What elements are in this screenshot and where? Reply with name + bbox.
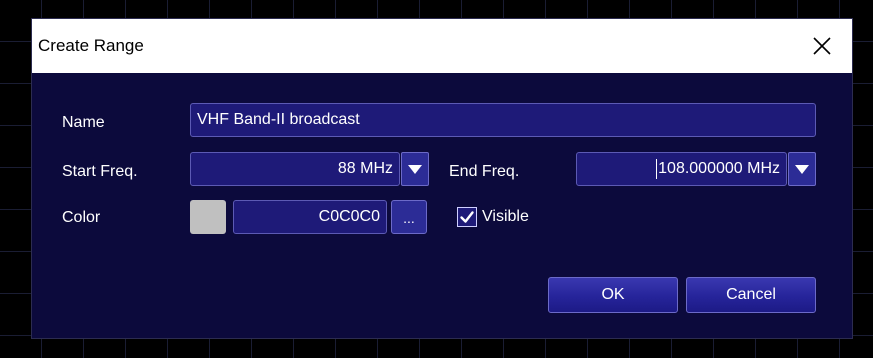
chevron-down-icon: [408, 164, 422, 174]
end-freq-label: End Freq.: [449, 163, 520, 180]
color-hex-input[interactable]: C0C0C0: [233, 200, 387, 234]
text-cursor: [656, 158, 658, 179]
start-freq-input[interactable]: 88 MHz: [190, 152, 400, 186]
name-input[interactable]: VHF Band-II broadcast: [190, 103, 816, 137]
close-icon: [813, 37, 831, 55]
dialog-titlebar: Create Range: [32, 19, 852, 73]
chevron-down-icon: [795, 164, 809, 174]
name-label: Name: [62, 114, 105, 131]
checkmark-icon: [460, 211, 474, 223]
dialog-title: Create Range: [38, 36, 144, 55]
start-freq-label: Start Freq.: [62, 163, 138, 180]
visible-checkbox[interactable]: [457, 207, 477, 227]
create-range-dialog: Create Range Name VHF Band-II broadcast …: [32, 19, 852, 338]
end-freq-dropdown-button[interactable]: [788, 152, 816, 186]
start-freq-dropdown-button[interactable]: [401, 152, 429, 186]
close-button[interactable]: [792, 19, 852, 73]
end-freq-value: 108.000000 MHz: [658, 160, 780, 177]
end-freq-input[interactable]: 108.000000 MHz: [576, 152, 787, 186]
cancel-button[interactable]: Cancel: [686, 277, 816, 313]
visible-label: Visible: [482, 208, 529, 225]
ok-button[interactable]: OK: [548, 277, 678, 313]
color-swatch[interactable]: [190, 200, 226, 234]
color-label: Color: [62, 209, 101, 226]
color-picker-button[interactable]: ...: [391, 200, 427, 234]
